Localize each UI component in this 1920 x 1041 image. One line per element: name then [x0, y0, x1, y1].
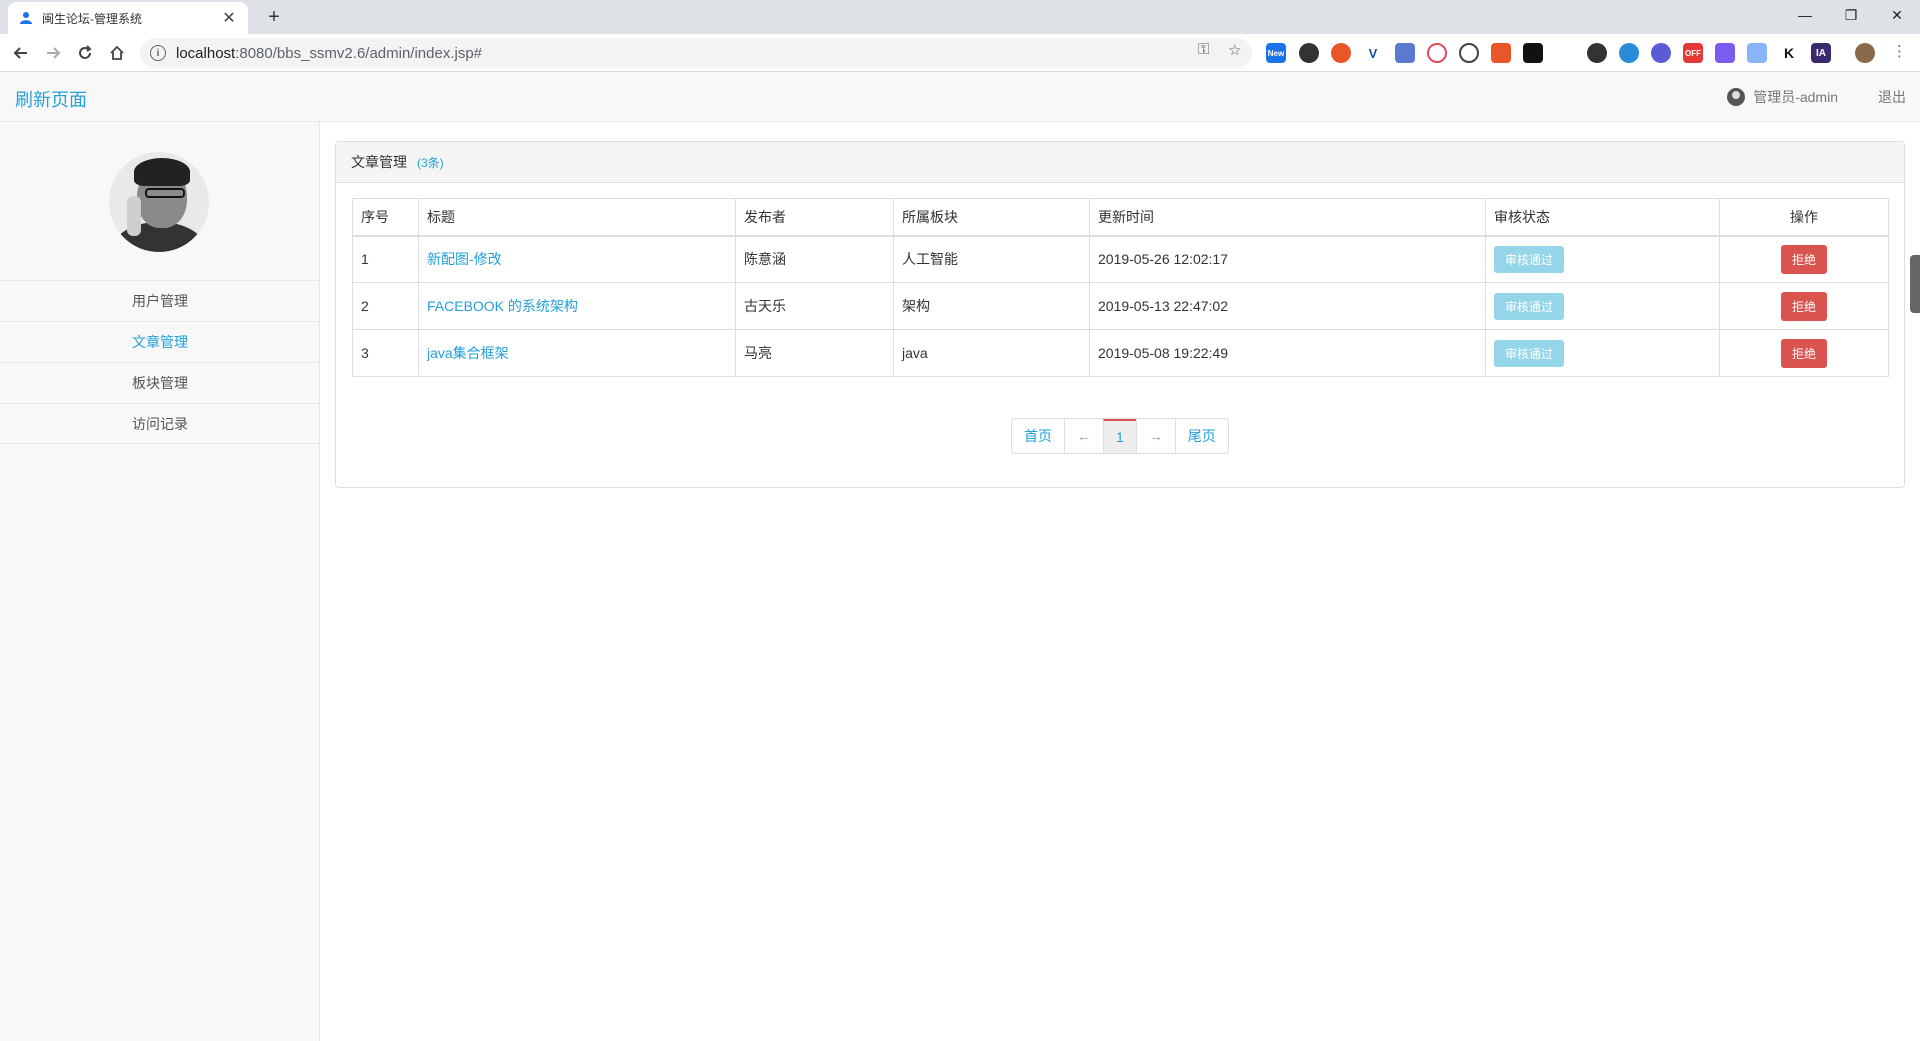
reject-button[interactable]: 拒绝	[1780, 338, 1827, 368]
next-page-link[interactable]: →	[1135, 419, 1175, 453]
reject-button[interactable]: 拒绝	[1780, 291, 1827, 321]
row-board: 人工智能	[893, 235, 1090, 283]
prev-page-link[interactable]: ←	[1064, 419, 1103, 453]
approved-button[interactable]: 审核通过	[1494, 245, 1565, 273]
extension-icon[interactable]	[1651, 43, 1671, 63]
extension-new-icon[interactable]: New	[1266, 43, 1286, 63]
panel-title: 文章管理	[351, 154, 407, 170]
extension-icon[interactable]: V	[1363, 43, 1383, 63]
last-page-link[interactable]: 尾页	[1174, 419, 1228, 453]
row-updated: 2019-05-26 12:02:17	[1089, 235, 1486, 283]
panel-heading: 文章管理 (3条)	[336, 142, 1904, 183]
refresh-page-link[interactable]: 刷新页面	[15, 86, 87, 112]
column-header-title: 标题	[418, 198, 736, 237]
sidebar-item-articles[interactable]: 文章管理	[0, 321, 320, 362]
sidebar: 用户管理 文章管理 板块管理 访问记录	[0, 122, 320, 1041]
row-author: 马亮	[735, 329, 894, 377]
url-text: localhost:8080/bbs_ssmv2.6/admin/index.j…	[176, 44, 483, 62]
approved-button[interactable]: 审核通过	[1494, 292, 1565, 320]
avatar	[1727, 88, 1746, 106]
row-board: java	[893, 329, 1090, 377]
back-icon[interactable]	[8, 40, 34, 66]
first-page-link[interactable]: 首页	[1012, 419, 1064, 453]
extension-ia-icon[interactable]: IA	[1811, 43, 1831, 63]
menu-dots-icon[interactable]: ⋮	[1892, 42, 1907, 60]
sidebar-menu: 用户管理 文章管理 板块管理 访问记录	[0, 280, 320, 444]
extension-off-icon[interactable]: OFF	[1683, 43, 1703, 63]
table-row: 3 java集合框架 马亮 java 2019-05-08 19:22:49 审…	[352, 329, 1889, 377]
extension-icon[interactable]	[1715, 43, 1735, 63]
table-row: 2 FACEBOOK 的系统架构 古天乐 架构 2019-05-13 22:47…	[352, 282, 1889, 330]
row-index: 1	[352, 235, 419, 283]
extension-icon[interactable]	[1299, 43, 1319, 63]
admin-avatar	[109, 152, 209, 252]
forward-icon[interactable]	[40, 40, 66, 66]
column-header-author: 发布者	[735, 198, 894, 237]
article-table: 序号 标题 发布者 所属板块 更新时间 审核状态 操作 1 新配图-修改 陈意涵…	[352, 198, 1889, 377]
extension-icon[interactable]	[1331, 43, 1351, 63]
column-header-index: 序号	[352, 198, 419, 237]
info-icon[interactable]: i	[150, 45, 166, 61]
row-author: 古天乐	[735, 282, 894, 330]
sidebar-item-visit-logs[interactable]: 访问记录	[0, 403, 320, 444]
new-tab-button[interactable]: +	[262, 6, 286, 29]
extension-icon[interactable]	[1523, 43, 1543, 63]
key-icon[interactable]: ⚿	[1198, 41, 1209, 58]
sidebar-item-boards[interactable]: 板块管理	[0, 362, 320, 403]
column-header-board: 所属板块	[893, 198, 1090, 237]
close-icon[interactable]: ✕	[220, 8, 238, 28]
reject-button[interactable]: 拒绝	[1780, 244, 1827, 274]
extension-k-icon[interactable]: K	[1779, 43, 1799, 63]
row-author: 陈意涵	[735, 235, 894, 283]
table-row: 1 新配图-修改 陈意涵 人工智能 2019-05-26 12:02:17 审核…	[352, 235, 1889, 283]
user-icon	[18, 10, 34, 26]
approved-button[interactable]: 审核通过	[1494, 339, 1565, 367]
column-header-updated: 更新时间	[1089, 198, 1486, 237]
side-drag-handle[interactable]	[1910, 255, 1920, 313]
profile-avatar[interactable]	[1855, 43, 1875, 63]
extension-icon[interactable]	[1395, 43, 1415, 63]
extension-icon[interactable]	[1459, 43, 1479, 63]
sidebar-item-users[interactable]: 用户管理	[0, 280, 320, 321]
pagination: 首页 ← 1 → 尾页	[1011, 418, 1229, 454]
article-title-link[interactable]: java集合框架	[427, 345, 509, 361]
extension-icon[interactable]	[1619, 43, 1639, 63]
article-count: (3条)	[417, 155, 444, 170]
row-index: 3	[352, 329, 419, 377]
home-icon[interactable]	[104, 40, 130, 66]
reload-icon[interactable]	[72, 40, 98, 66]
browser-toolbar: i localhost:8080/bbs_ssmv2.6/admin/index…	[0, 34, 1920, 72]
row-updated: 2019-05-13 22:47:02	[1089, 282, 1486, 330]
article-panel: 文章管理 (3条) 序号 标题 发布者 所属板块 更新时间 审核状态 操作 1 …	[335, 141, 1905, 488]
admin-label: 管理员-admin	[1753, 89, 1838, 105]
extension-icon[interactable]	[1747, 43, 1767, 63]
extension-icon[interactable]	[1491, 43, 1511, 63]
browser-tab-bar: 闽生论坛-管理系统 ✕ + — ❐ ✕	[0, 0, 1920, 34]
row-index: 2	[352, 282, 419, 330]
browser-tab[interactable]: 闽生论坛-管理系统 ✕	[8, 2, 248, 34]
article-title-link[interactable]: FACEBOOK 的系统架构	[427, 298, 578, 314]
table-header-row: 序号 标题 发布者 所属板块 更新时间 审核状态 操作	[352, 198, 1889, 237]
minimize-button[interactable]: —	[1782, 0, 1828, 30]
current-page[interactable]: 1	[1103, 419, 1136, 453]
extension-icon[interactable]	[1587, 43, 1607, 63]
app-header: 刷新页面 管理员-admin 退出	[0, 72, 1920, 122]
star-icon[interactable]: ☆	[1228, 41, 1241, 59]
article-title-link[interactable]: 新配图-修改	[427, 251, 502, 267]
window-close-button[interactable]: ✕	[1874, 0, 1920, 30]
extension-icon[interactable]	[1427, 43, 1447, 63]
admin-user[interactable]: 管理员-admin	[1727, 87, 1838, 107]
maximize-button[interactable]: ❐	[1828, 0, 1874, 30]
address-bar[interactable]: i localhost:8080/bbs_ssmv2.6/admin/index…	[140, 38, 1252, 68]
tab-title: 闽生论坛-管理系统	[42, 11, 142, 26]
column-header-status: 审核状态	[1485, 198, 1720, 237]
row-updated: 2019-05-08 19:22:49	[1089, 329, 1486, 377]
logout-link[interactable]: 退出	[1878, 87, 1906, 107]
row-board: 架构	[893, 282, 1090, 330]
column-header-action: 操作	[1719, 198, 1889, 237]
